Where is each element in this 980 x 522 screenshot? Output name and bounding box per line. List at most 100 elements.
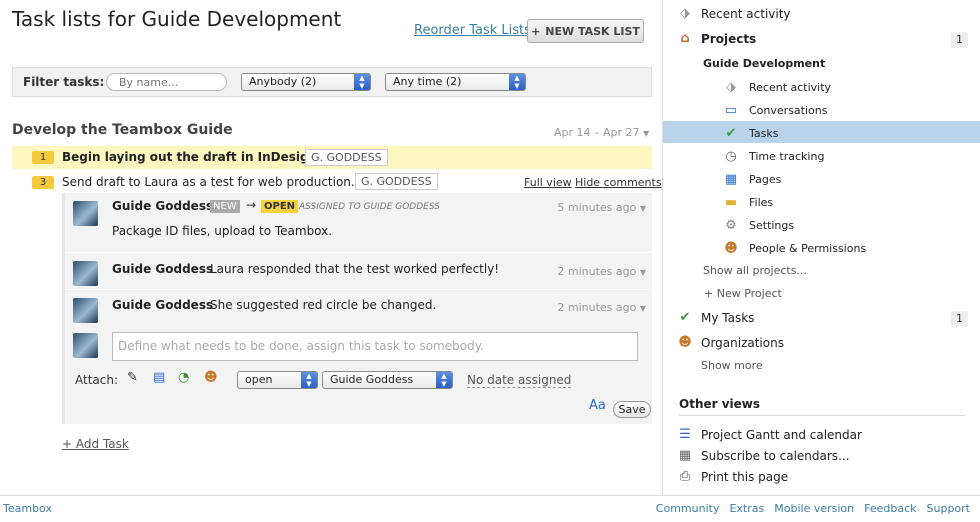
projects-count-badge: 1 <box>951 32 968 48</box>
printer-icon: ⎙ <box>679 469 691 484</box>
sidebar-item-settings[interactable]: ⚙ Settings <box>723 218 794 233</box>
other-view-label: Print this page <box>701 469 789 484</box>
show-more-link[interactable]: Show more <box>701 359 763 372</box>
comment-time-text: 5 minutes ago <box>557 201 637 214</box>
show-all-projects-link[interactable]: Show all projects... <box>703 264 807 277</box>
task-assignee-badge: G. GODDESS <box>355 173 438 190</box>
comment-time-text: 2 minutes ago <box>557 301 637 314</box>
reorder-task-lists-link[interactable]: Reorder Task Lists <box>414 23 531 38</box>
comments-thread: Guide Goddess NEW → OPEN ASSIGNED TO GUI… <box>62 193 652 424</box>
comment: Guide Goddess She suggested red circle b… <box>65 292 652 325</box>
new-comment-textarea[interactable]: Define what needs to be done, assign thi… <box>112 332 638 361</box>
my-tasks-count-badge: 1 <box>951 311 968 327</box>
gear-icon: ⚙ <box>725 218 737 233</box>
task-name[interactable]: Send draft to Laura as a test for web pr… <box>62 175 355 189</box>
footer-brand-link[interactable]: Teambox <box>3 502 52 515</box>
chevron-down-icon: ▼ <box>639 304 646 313</box>
assignee-select[interactable]: Guide Goddess ▲ ▼ <box>322 371 453 389</box>
formatting-help-icon[interactable]: Aa <box>589 398 606 413</box>
person-add-icon[interactable]: ☻ <box>204 370 218 385</box>
select-arrows-icon: ▲ ▼ <box>436 372 452 388</box>
sidebar-organizations[interactable]: ☻ Organizations <box>677 335 784 350</box>
comment-text: Laura responded that the test worked per… <box>210 262 500 276</box>
calendar-icon: ▦ <box>678 448 692 463</box>
sidebar-item-tasks[interactable]: ✔ Tasks <box>723 126 779 141</box>
people-icon: ☻ <box>678 335 692 350</box>
footer-link-feedback[interactable]: Feedback <box>864 502 916 515</box>
sidebar-recent-activity-label: Recent activity <box>701 6 791 21</box>
comment-author[interactable]: Guide Goddess <box>112 199 213 213</box>
filter-time-value: Any time (2) <box>393 75 462 88</box>
sidebar-item-pages[interactable]: ▦ Pages <box>723 172 782 187</box>
hide-comments-link[interactable]: Hide comments <box>575 176 662 189</box>
status-select-value: open <box>245 373 273 386</box>
other-view-print[interactable]: ⎙ Print this page <box>677 469 788 484</box>
avatar <box>73 298 98 323</box>
people-icon: ☻ <box>724 241 738 256</box>
comment-text: Package ID files, upload to Teambox. <box>112 224 333 238</box>
sidebar-my-tasks[interactable]: ✔ My Tasks <box>677 310 755 325</box>
task-assignee-badge: G. GODDESS <box>305 149 388 166</box>
task-name[interactable]: Begin laying out the draft in InDesign. <box>62 150 322 164</box>
sidebar-item-conversations[interactable]: ▭ Conversations <box>723 103 828 118</box>
comment-time[interactable]: 2 minutes ago ▼ <box>557 265 646 278</box>
task-list-title[interactable]: Develop the Teambox Guide <box>12 122 233 138</box>
task-row[interactable]: 1 Begin laying out the draft in InDesign… <box>12 146 652 169</box>
home-icon: ⌂ <box>680 31 690 46</box>
footer-link-mobile[interactable]: Mobile version <box>774 502 854 515</box>
sidebar-item-label: Time tracking <box>749 150 825 163</box>
task-number: 1 <box>32 151 54 164</box>
sidebar-recent-activity[interactable]: ⬗ Recent activity <box>677 6 791 21</box>
sidebar: ⬗ Recent activity ⌂ Projects 1 Guide Dev… <box>662 0 980 495</box>
document-icon[interactable]: ▤ <box>153 370 165 385</box>
save-button[interactable]: Save <box>613 401 651 418</box>
sidebar-projects[interactable]: ⌂ Projects <box>677 31 756 46</box>
other-view-subscribe[interactable]: ▦ Subscribe to calendars... <box>677 448 850 463</box>
footer-link-community[interactable]: Community <box>656 502 720 515</box>
new-project-link[interactable]: + New Project <box>704 287 782 300</box>
filter-name-input[interactable] <box>106 73 227 91</box>
attach-label: Attach: <box>75 373 119 387</box>
plus-icon: + <box>531 24 541 38</box>
task-number: 3 <box>32 176 54 189</box>
paperclip-icon[interactable]: ✎ <box>127 370 138 385</box>
sidebar-item-recent-activity[interactable]: ⬗ Recent activity <box>723 80 831 95</box>
footer-link-support[interactable]: Support <box>927 502 970 515</box>
add-task-link[interactable]: + Add Task <box>62 437 129 451</box>
folder-icon: ▬ <box>724 195 738 210</box>
footer-link-extras[interactable]: Extras <box>729 502 764 515</box>
comment-time[interactable]: 2 minutes ago ▼ <box>557 301 646 314</box>
new-task-list-button[interactable]: + NEW TASK LIST <box>527 19 644 43</box>
sidebar-item-label: Files <box>749 196 774 209</box>
chevron-down-icon: ▼ <box>639 204 646 213</box>
other-view-gantt[interactable]: ☰ Project Gantt and calendar <box>677 427 862 442</box>
comment-author[interactable]: Guide Goddess <box>112 262 213 276</box>
page-icon: ▦ <box>724 172 738 187</box>
checkmark-icon: ✔ <box>725 126 737 141</box>
sidebar-item-time-tracking[interactable]: ◷ Time tracking <box>723 149 824 164</box>
status-select[interactable]: open ▲ ▼ <box>237 371 318 389</box>
task-list-dates[interactable]: Apr 14 – Apr 27 ▼ <box>554 126 649 139</box>
speech-bubble-icon: ▭ <box>724 103 738 118</box>
comment: Guide Goddess Laura responded that the t… <box>65 256 652 289</box>
sidebar-item-label: Pages <box>749 173 782 186</box>
filter-time-select[interactable]: Any time (2) ▲ ▼ <box>385 73 526 91</box>
filter-bar: Filter tasks: Anybody (2) ▲▼ Any time (2… <box>12 67 652 97</box>
main-content: Task lists for Guide Development Reorder… <box>0 0 662 495</box>
assigned-text: ASSIGNED TO GUIDE GODDESS <box>299 202 440 212</box>
comment-text: She suggested red circle be changed. <box>210 298 437 312</box>
sidebar-item-people-permissions[interactable]: ☻ People & Permissions <box>723 241 866 256</box>
filter-assignee-select[interactable]: Anybody (2) ▲ ▼ <box>241 73 371 91</box>
task-list-dates-text: Apr 14 – Apr 27 <box>554 126 640 139</box>
full-view-link[interactable]: Full view <box>524 176 572 189</box>
divider <box>679 415 965 416</box>
sidebar-project-guide-development[interactable]: Guide Development <box>703 57 825 70</box>
clock-icon: ◷ <box>725 149 737 164</box>
avatar <box>73 261 98 286</box>
comment-time[interactable]: 5 minutes ago ▼ <box>557 201 646 214</box>
clock-add-icon[interactable]: ◔ <box>178 370 189 385</box>
sidebar-item-files[interactable]: ▬ Files <box>723 195 773 210</box>
avatar <box>73 201 98 226</box>
comment-author[interactable]: Guide Goddess <box>112 298 213 312</box>
due-date-link[interactable]: No date assigned <box>467 373 572 388</box>
